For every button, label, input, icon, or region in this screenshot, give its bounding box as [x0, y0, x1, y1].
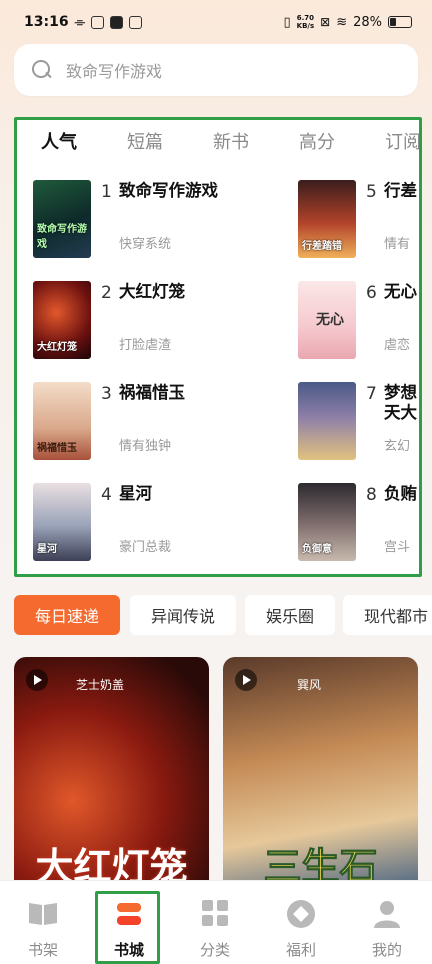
- list-item[interactable]: 负御意 8 负贿 宫斗: [298, 483, 419, 563]
- video-card[interactable]: 巽风 三生石: [223, 657, 418, 887]
- book-cover: 致命写作游戏: [33, 180, 91, 258]
- nfc-icon: ⊠: [320, 15, 331, 29]
- search-placeholder: 致命写作游戏: [66, 62, 163, 81]
- chip-daily-express[interactable]: 每日速递: [14, 595, 120, 635]
- list-item[interactable]: 无心 6 无心 虐恋: [298, 281, 419, 361]
- cover-title: 星河: [37, 544, 57, 555]
- message-notification-icon: [128, 15, 142, 29]
- rank-number: 6: [366, 283, 377, 303]
- rank-number: 5: [366, 182, 377, 202]
- active-tab-highlight: [95, 891, 160, 964]
- book-cover: 大红灯笼: [33, 281, 91, 359]
- status-time: 13:16: [24, 14, 69, 30]
- tiktok-notification-icon: [109, 15, 123, 29]
- list-item[interactable]: 祸福惜玉 3 祸福惜玉 情有独钟: [33, 382, 233, 462]
- rank-number: 8: [366, 485, 377, 505]
- book-tag: 打脸虐渣: [119, 338, 172, 353]
- chip-entertainment[interactable]: 娱乐圈: [245, 595, 335, 635]
- book-tag: 虐恋: [384, 338, 411, 353]
- book-title: 星河: [119, 484, 152, 503]
- chip-strange-tales[interactable]: 异闻传说: [130, 595, 236, 635]
- chip-modern-city[interactable]: 现代都市: [343, 595, 432, 635]
- book-title: 行差: [384, 181, 417, 200]
- nav-profile[interactable]: 我的: [344, 881, 430, 964]
- nav-label: 分类: [199, 941, 230, 959]
- rank-number: 3: [101, 384, 112, 404]
- list-item[interactable]: 星河 4 星河 豪门总裁: [33, 483, 233, 563]
- book-cover: 无心: [298, 281, 356, 359]
- book-title: 负贿: [384, 484, 417, 503]
- cover-title: 无心: [316, 312, 344, 328]
- ranking-tabs: 人气 短篇 新书 高分 订阅: [17, 128, 419, 162]
- play-icon[interactable]: [235, 669, 257, 691]
- book-cover: 祸福惜玉: [33, 382, 91, 460]
- nav-label: 福利: [285, 941, 316, 959]
- cover-title: 大红灯笼: [37, 342, 77, 353]
- play-icon[interactable]: [26, 669, 48, 691]
- rank-number: 1: [101, 182, 112, 202]
- list-item[interactable]: 7 梦想 天大 玄幻: [298, 382, 419, 462]
- book-title: 大红灯笼: [119, 282, 185, 301]
- nav-label: 书架: [27, 941, 58, 959]
- book-cover: 行差踏错: [298, 180, 356, 258]
- bottom-nav: 书架 书城 分类 福利 我的: [0, 880, 432, 964]
- list-item[interactable]: 致命写作游戏 1 致命写作游戏 快穿系统: [33, 180, 233, 260]
- book-tag: 情有: [384, 237, 411, 252]
- status-left: 13:16 ⌯: [24, 14, 142, 30]
- cover-title: 行差踏错: [302, 241, 342, 252]
- video-card[interactable]: 芝士奶盖 大红灯笼: [14, 657, 209, 887]
- app-notification-icon: [90, 15, 104, 29]
- book-cover: 星河: [33, 483, 91, 561]
- welfare-icon: [287, 900, 315, 928]
- profile-icon: [374, 901, 400, 928]
- book-cover: 负御意: [298, 483, 356, 561]
- list-item[interactable]: 行差踏错 5 行差 情有: [298, 180, 419, 260]
- book-tag: 情有独钟: [119, 439, 172, 454]
- tab-high-score[interactable]: 高分: [299, 128, 335, 154]
- tab-short[interactable]: 短篇: [127, 128, 163, 154]
- net-speed-unit: KB/s: [296, 22, 315, 30]
- search-icon: [32, 60, 52, 80]
- net-speed-value: 6.70: [296, 14, 315, 22]
- bookshelf-icon: [29, 903, 57, 925]
- book-title: 梦想 天大: [384, 383, 417, 422]
- vibrate-icon: ▯: [283, 14, 291, 30]
- category-chips: 每日速递 异闻传说 娱乐圈 现代都市: [14, 595, 432, 635]
- cover-title: 祸福惜玉: [37, 443, 77, 454]
- card-author: 芝士奶盖: [76, 678, 125, 692]
- list-item[interactable]: 大红灯笼 2 大红灯笼 打脸虐渣: [33, 281, 233, 361]
- nav-label: 我的: [371, 941, 402, 959]
- ranking-panel: 人气 短篇 新书 高分 订阅 致命写作游戏 1 致命写作游戏 快穿系统 大红灯笼…: [14, 117, 422, 577]
- cover-title: 致命写作游戏: [37, 224, 87, 250]
- battery-icon: [388, 16, 412, 28]
- book-tag: 宫斗: [384, 540, 411, 555]
- status-bar: 13:16 ⌯ ▯ 6.70 KB/s ⊠ ≋ 28%: [0, 0, 432, 44]
- wifi-icon: ≋: [336, 14, 348, 30]
- video-cards: 芝士奶盖 大红灯笼 巽风 三生石: [14, 657, 432, 887]
- nav-bookshelf[interactable]: 书架: [0, 881, 86, 964]
- nav-category[interactable]: 分类: [172, 881, 258, 964]
- net-speed: 6.70 KB/s: [297, 14, 314, 30]
- rank-number: 7: [366, 384, 377, 404]
- notification-icon: ⌯: [74, 14, 85, 30]
- tab-popular[interactable]: 人气: [41, 128, 77, 154]
- search-input[interactable]: 致命写作游戏: [14, 44, 418, 96]
- card-author: 巽风: [297, 678, 322, 692]
- tab-new[interactable]: 新书: [213, 128, 249, 154]
- rank-number: 4: [101, 485, 112, 505]
- book-tag: 豪门总裁: [119, 540, 172, 555]
- book-title: 无心: [384, 282, 417, 301]
- status-right: ▯ 6.70 KB/s ⊠ ≋ 28%: [283, 14, 412, 30]
- category-grid-icon: [202, 900, 228, 926]
- rank-number: 2: [101, 283, 112, 303]
- book-title: 祸福惜玉: [119, 383, 185, 402]
- book-title: 致命写作游戏: [119, 181, 218, 200]
- battery-text: 28%: [353, 14, 382, 30]
- book-cover: [298, 382, 356, 460]
- nav-welfare[interactable]: 福利: [258, 881, 344, 964]
- book-tag: 玄幻: [384, 439, 411, 454]
- book-tag: 快穿系统: [119, 237, 172, 252]
- cover-title: 负御意: [302, 544, 332, 555]
- tab-subscribe[interactable]: 订阅: [385, 128, 419, 154]
